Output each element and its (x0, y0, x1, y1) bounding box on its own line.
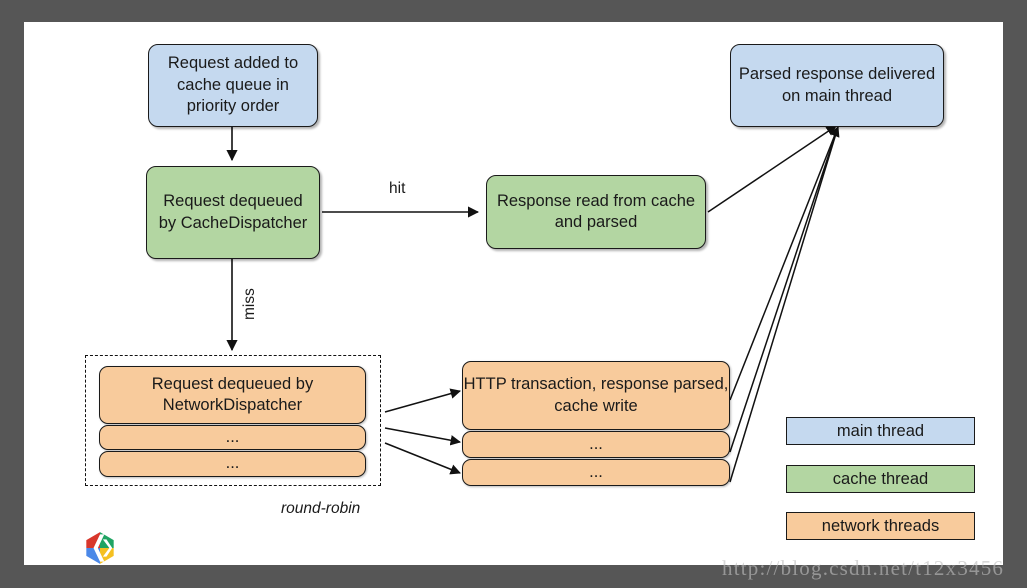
node-network-queue-item-3[interactable]: ... (99, 451, 366, 477)
node-http-transaction-item-2[interactable]: ... (462, 431, 730, 458)
edge-label-miss: miss (241, 288, 259, 320)
edge-label-hit: hit (389, 180, 405, 198)
node-request-added-to-cache-queue[interactable]: Request added to cache queue in priority… (148, 44, 318, 127)
legend-item-main-thread[interactable]: main thread (786, 417, 975, 445)
node-http-transaction[interactable]: HTTP transaction, response parsed, cache… (462, 361, 730, 430)
node-request-dequeued-by-networkdispatcher[interactable]: Request dequeued by NetworkDispatcher (99, 366, 366, 424)
edge-label-round-robin: round-robin (281, 500, 360, 518)
node-request-dequeued-by-cachedispatcher[interactable]: Request dequeued by CacheDispatcher (146, 166, 320, 259)
node-parsed-response-delivered-main-thread[interactable]: Parsed response delivered on main thread (730, 44, 944, 127)
watermark-url: http://blog.csdn.net/t12x3456 (722, 556, 1004, 581)
node-http-transaction-item-3[interactable]: ... (462, 459, 730, 486)
legend-item-cache-thread[interactable]: cache thread (786, 465, 975, 493)
legend-item-network-threads[interactable]: network threads (786, 512, 975, 540)
node-network-queue-item-2[interactable]: ... (99, 425, 366, 450)
google-developers-logo-icon (82, 530, 118, 566)
node-response-read-from-cache[interactable]: Response read from cache and parsed (486, 175, 706, 249)
screenshot-canvas: Request added to cache queue in priority… (0, 0, 1027, 588)
